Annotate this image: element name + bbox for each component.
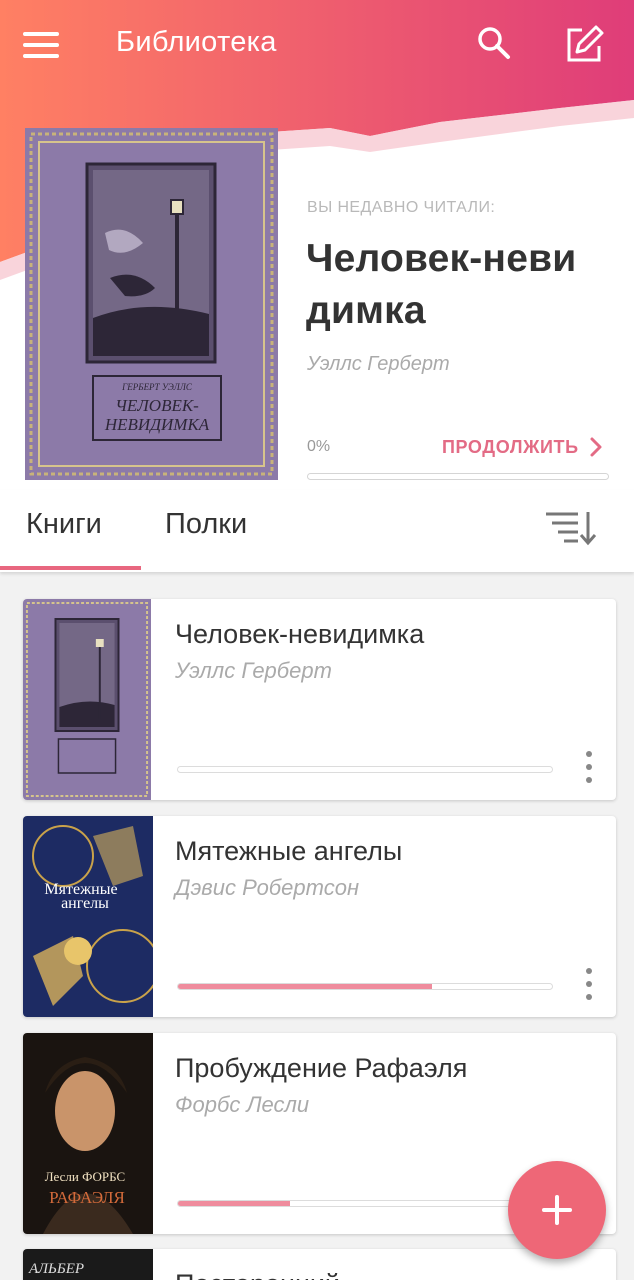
tab-books[interactable]: Книги	[26, 508, 102, 541]
book-progress-bar	[177, 766, 553, 773]
menu-icon	[23, 32, 59, 36]
book-title: Человек-невидимка	[175, 619, 425, 649]
recent-label: ВЫ НЕДАВНО ЧИТАЛИ:	[307, 199, 496, 216]
recent-progress-text: 0%	[307, 438, 331, 455]
book-progress-bar	[177, 1200, 553, 1207]
recent-progress-bar	[307, 473, 609, 480]
cover-text-title2: НЕВИДИМКА	[104, 415, 210, 434]
sort-icon	[546, 512, 597, 546]
book-author: Уэллс Герберт	[175, 658, 332, 683]
svg-text:АЛЬБЕР: АЛЬБЕР	[28, 1261, 84, 1277]
recent-book-author: Уэллс Герберт	[307, 353, 450, 375]
edit-button[interactable]	[562, 22, 606, 66]
plus-icon	[542, 1195, 572, 1225]
chevron-right-icon	[590, 437, 602, 457]
menu-button[interactable]	[18, 24, 64, 66]
svg-text:РАФАЭЛЯ: РАФАЭЛЯ	[49, 1188, 125, 1207]
book-card-1[interactable]: Человек-невидимка Уэллс Герберт	[23, 599, 616, 800]
svg-text:ангелы: ангелы	[61, 895, 109, 912]
cover-text-title1: ЧЕЛОВЕК-	[115, 396, 199, 415]
more-vert-icon	[586, 751, 592, 757]
more-options-button[interactable]	[579, 749, 599, 785]
tab-bar: Книги Полки	[0, 490, 634, 572]
recent-book-title[interactable]: Человек-неви димка	[306, 233, 606, 337]
book-card-2[interactable]: Мятежные ангелы Мятежные ангелы Дэвис Ро…	[23, 816, 616, 1017]
app-bar: Библиотека	[0, 0, 634, 92]
book-cover-3: Лесли ФОРБС РАФАЭЛЯ	[23, 1033, 153, 1234]
book-author: Дэвис Робертсон	[175, 875, 360, 900]
tab-active-indicator	[0, 566, 141, 570]
book-title: Мятежные ангелы	[175, 836, 403, 866]
svg-text:Лесли ФОРБС: Лесли ФОРБС	[45, 1169, 125, 1184]
book-cover-1	[23, 599, 151, 800]
recent-book-cover[interactable]: ГЕРБЕРТ УЭЛЛС ЧЕЛОВЕК- НЕВИДИМКА	[25, 128, 278, 480]
book-cover-4: АЛЬБЕР КАМЮ	[23, 1249, 153, 1280]
add-book-button[interactable]	[508, 1161, 606, 1259]
app-title: Библиотека	[116, 26, 277, 58]
search-button[interactable]	[472, 22, 516, 66]
book-progress-fill	[178, 1201, 291, 1206]
book-cover-2: Мятежные ангелы	[23, 816, 153, 1017]
book-progress-fill	[178, 984, 433, 989]
book-progress-bar	[177, 983, 553, 990]
edit-icon	[567, 25, 604, 62]
tab-shelves[interactable]: Полки	[165, 508, 247, 541]
sort-button[interactable]	[544, 508, 598, 548]
book-title: Пробуждение Рафаэля	[175, 1053, 468, 1083]
book-title: Посторонний	[175, 1269, 340, 1280]
search-icon	[478, 27, 510, 59]
cover-text-author: ГЕРБЕРТ УЭЛЛС	[121, 382, 193, 392]
header-section: Библиотека ГЕРБЕРТ УЭЛЛС ЧЕЛОВЕК- НЕВИДИ…	[0, 0, 634, 490]
continue-button[interactable]: ПРОДОЛЖИТЬ	[442, 434, 603, 460]
more-vert-icon	[586, 968, 592, 974]
book-author: Форбс Лесли	[175, 1092, 310, 1117]
more-options-button[interactable]	[579, 966, 599, 1002]
